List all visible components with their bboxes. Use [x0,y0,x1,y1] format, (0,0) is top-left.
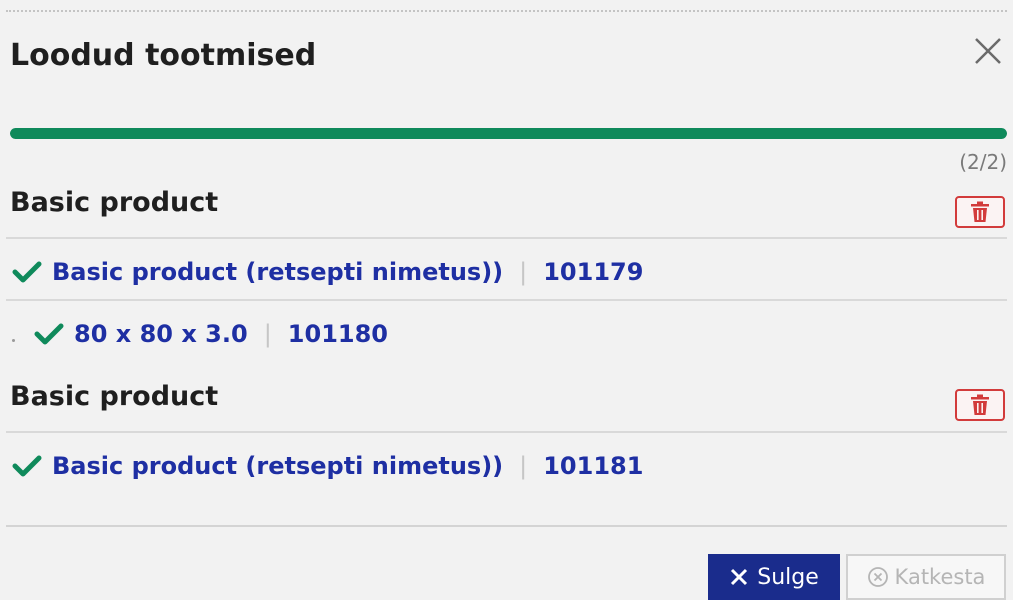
item-id-link[interactable]: 101179 [543,258,643,286]
separator: | [519,258,528,286]
separator: | [519,452,528,480]
item-name-link[interactable]: Basic product (retsepti nimetus)) [52,258,503,286]
cancel-button-label: Katkesta [894,565,986,589]
separator: | [263,320,272,348]
divider [6,299,1007,301]
list-item: 80 x 80 x 3.0 | 101180 [34,320,388,348]
divider [6,237,1007,239]
close-button[interactable]: Sulge [708,554,840,600]
progress-bar-fill [10,128,1007,139]
progress-count: (2/2) [959,150,1007,174]
check-icon [12,261,42,283]
item-name-link[interactable]: 80 x 80 x 3.0 [74,320,248,348]
trash-icon [971,201,989,222]
group-title: Basic product [10,381,219,412]
list-item: Basic product (retsepti nimetus)) | 1011… [12,258,643,286]
close-icon[interactable] [971,34,1005,68]
item-id-link[interactable]: 101181 [543,452,643,480]
item-id-link[interactable]: 101180 [288,320,388,348]
item-name-link[interactable]: Basic product (retsepti nimetus)) [52,452,503,480]
footer-divider [6,525,1007,527]
trash-icon [971,394,989,415]
dialog-title: Loodud tootmised [10,38,317,73]
group-title: Basic product [10,187,219,218]
delete-group-button[interactable] [955,389,1005,421]
sub-item-bullet [12,339,15,342]
close-button-label: Sulge [757,564,819,590]
check-icon [12,455,42,477]
progress-bar [10,128,1007,139]
divider [6,431,1007,433]
list-item: Basic product (retsepti nimetus)) | 1011… [12,452,643,480]
delete-group-button[interactable] [955,196,1005,228]
x-icon [731,568,748,586]
cancel-button[interactable]: Katkesta [846,554,1006,600]
created-productions-dialog: Loodud tootmised (2/2) Basic product Bas… [0,0,1013,600]
check-icon [34,323,64,345]
circle-x-icon [867,567,888,587]
